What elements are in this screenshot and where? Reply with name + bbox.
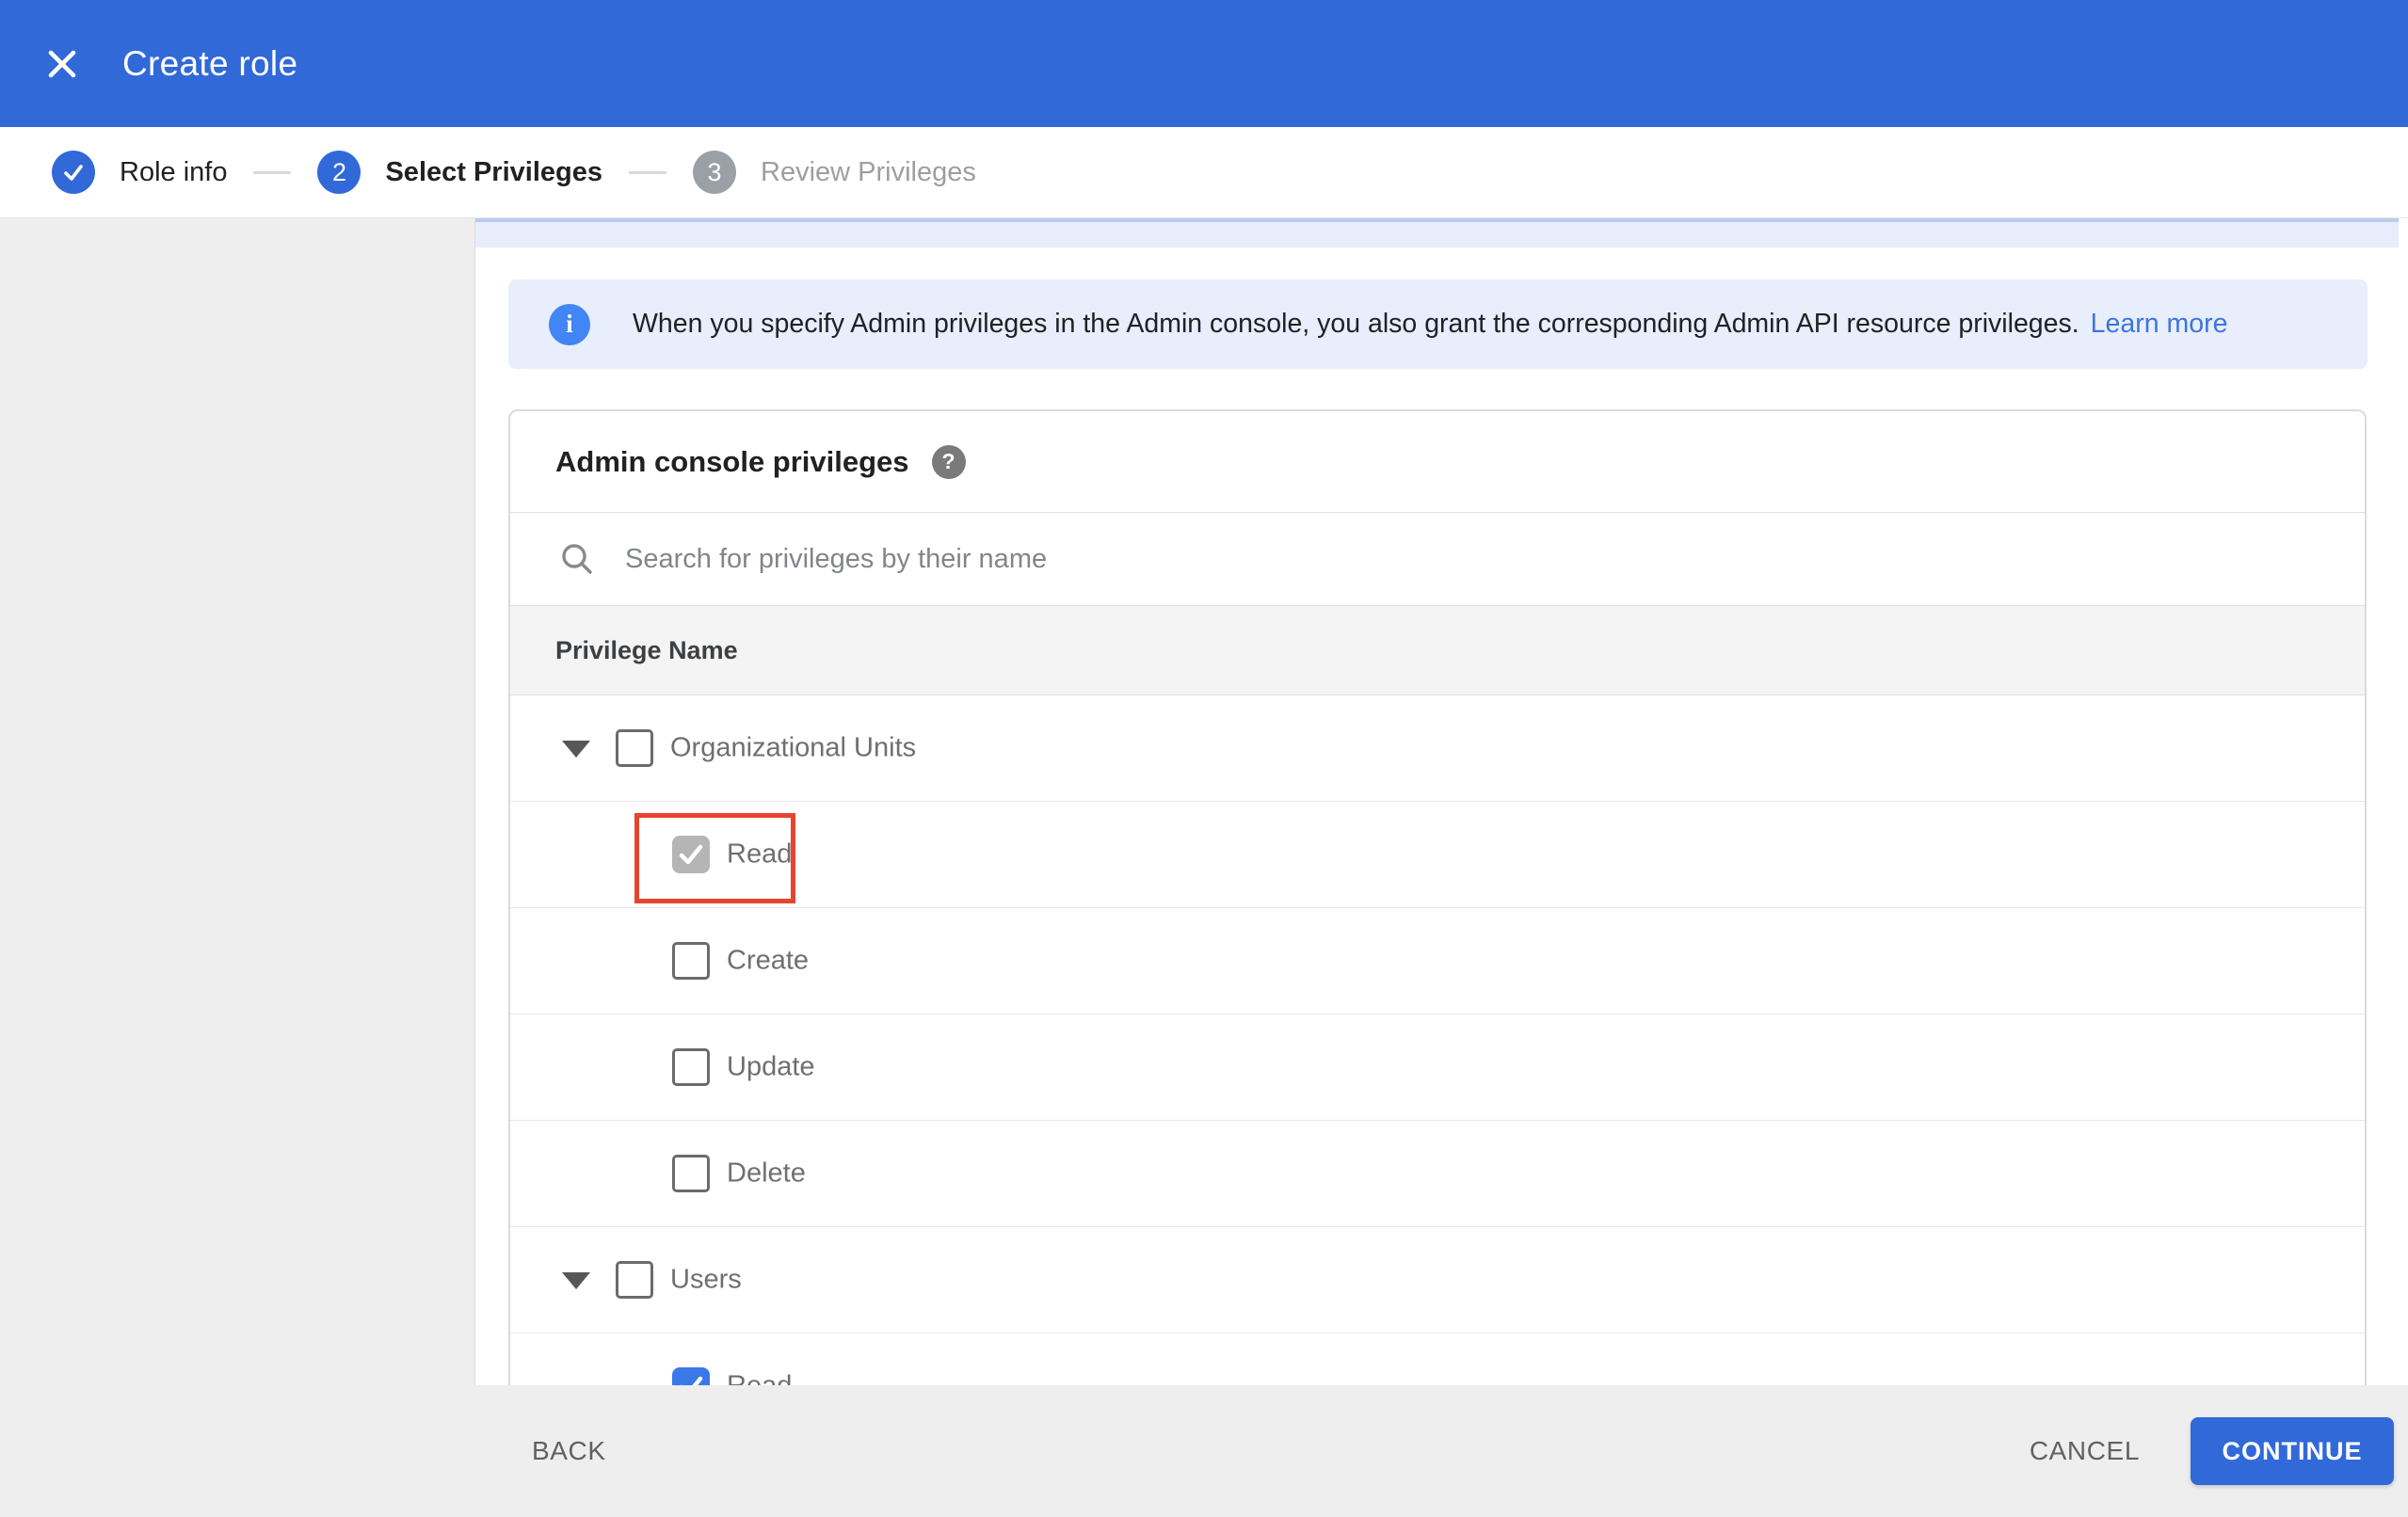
privilege-rows: Organizational Units Read Create Update Dele… (510, 695, 2365, 1385)
search-icon (562, 544, 592, 574)
dialog-body: i When you specify Admin privileges in t… (0, 218, 2408, 1385)
search-input[interactable] (625, 543, 2037, 575)
step-role-info[interactable]: Role info (52, 151, 227, 194)
checkbox-unchecked[interactable] (672, 1155, 710, 1192)
learn-more-link[interactable]: Learn more (2091, 309, 2228, 340)
step-1-check-icon (52, 151, 95, 194)
stepper: Role info 2 Select Privileges 3 Review P… (0, 127, 2408, 218)
privileges-card: Admin console privileges ? Privilege Nam… (508, 409, 2367, 1385)
close-icon[interactable] (28, 30, 96, 98)
back-button[interactable]: BACK (532, 1436, 606, 1466)
info-banner-text: When you specify Admin privileges in the… (633, 309, 2079, 339)
help-icon[interactable]: ? (931, 444, 966, 479)
checkbox-unchecked[interactable] (616, 1261, 653, 1299)
card-title: Admin console privileges (555, 444, 909, 478)
footer-bar: BACK CANCEL CONTINUE (0, 1385, 2408, 1517)
table-header: Privilege Name (510, 605, 2365, 695)
step-review-privileges[interactable]: 3 Review Privileges (693, 151, 976, 194)
privilege-label[interactable]: Users (670, 1265, 742, 1296)
expand-triangle-icon[interactable] (562, 1272, 590, 1289)
privilege-label[interactable]: Read (727, 839, 792, 870)
step-2-number: 2 (317, 151, 361, 194)
step-2-label: Select Privileges (385, 156, 602, 187)
cancel-button[interactable]: CANCEL (2030, 1436, 2140, 1466)
checkbox-unchecked[interactable] (672, 942, 710, 980)
step-connector (629, 170, 666, 174)
privilege-row: Read (510, 1333, 2365, 1385)
privilege-row: Read (510, 802, 2365, 908)
checkbox-unchecked[interactable] (616, 729, 653, 767)
privilege-label[interactable]: Organizational Units (670, 733, 916, 764)
privilege-label[interactable]: Delete (727, 1158, 806, 1190)
checkbox-checked[interactable] (672, 1367, 710, 1385)
expand-triangle-icon[interactable] (562, 741, 590, 758)
checkbox-checked[interactable] (672, 836, 710, 873)
scroll-top-strip (475, 218, 2399, 248)
step-3-label: Review Privileges (761, 156, 976, 187)
search-row (510, 513, 2365, 605)
checkbox-unchecked[interactable] (672, 1048, 710, 1086)
privilege-row: Delete (510, 1121, 2365, 1227)
content-area: i When you specify Admin privileges in t… (475, 218, 2408, 1385)
info-banner: i When you specify Admin privileges in t… (508, 279, 2368, 369)
app-bar: Create role (0, 0, 2408, 127)
info-icon: i (549, 303, 590, 345)
privilege-label[interactable]: Update (727, 1052, 815, 1083)
privilege-row: Users (510, 1227, 2365, 1333)
privilege-row: Create (510, 908, 2365, 1014)
step-1-label: Role info (120, 156, 228, 187)
step-3-number: 3 (693, 151, 736, 194)
privilege-label[interactable]: Create (727, 946, 809, 977)
dialog-title: Create role (122, 43, 298, 83)
footer-actions: CANCEL CONTINUE (2030, 1417, 2408, 1485)
left-sidebar (0, 218, 475, 1385)
card-header: Admin console privileges ? (510, 411, 2365, 513)
column-header-privilege-name: Privilege Name (555, 635, 738, 664)
continue-button[interactable]: CONTINUE (2191, 1417, 2394, 1485)
create-role-dialog: Create role Role info 2 Select Privilege… (0, 0, 2408, 1517)
step-connector (253, 170, 292, 174)
privilege-row: Organizational Units (510, 695, 2365, 802)
step-select-privileges[interactable]: 2 Select Privileges (317, 151, 602, 194)
privilege-label[interactable]: Read (727, 1371, 792, 1386)
privilege-row: Update (510, 1014, 2365, 1121)
